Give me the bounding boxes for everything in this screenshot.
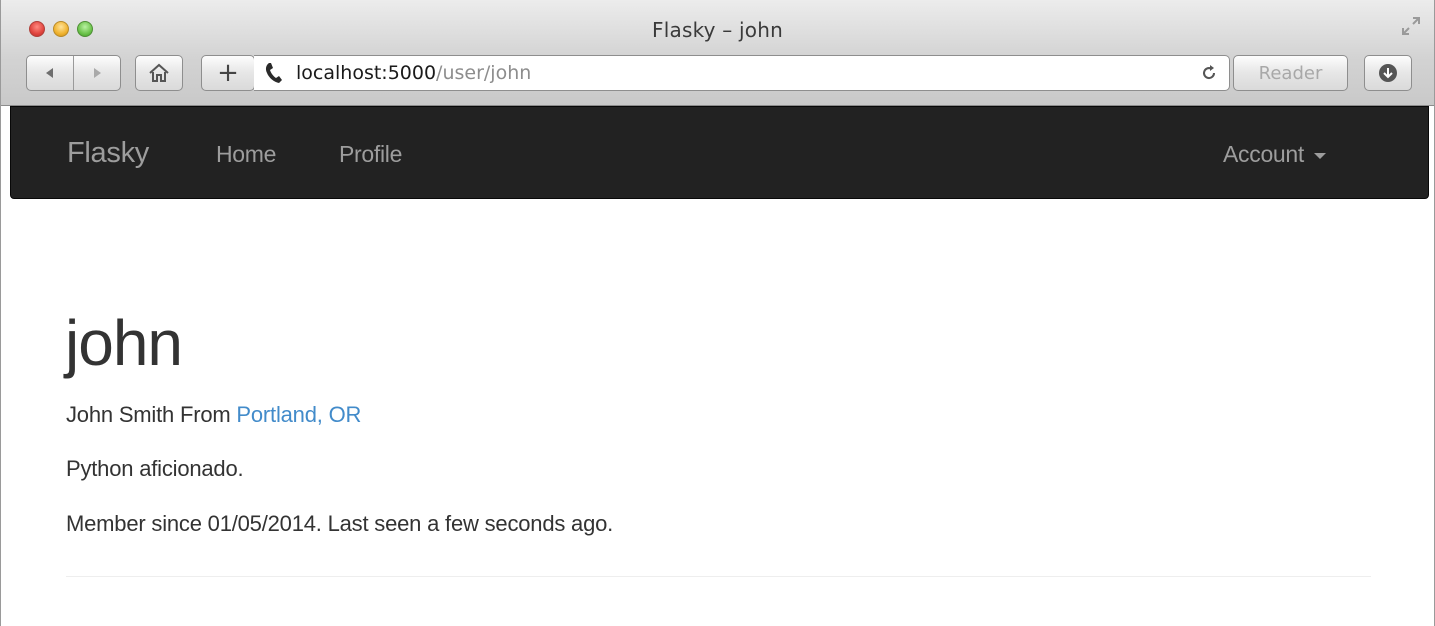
reader-button[interactable]: Reader <box>1233 55 1348 91</box>
location-link[interactable]: Portland, OR <box>236 402 361 427</box>
profile-name-line: John Smith From Portland, OR <box>66 402 361 428</box>
downloads-button[interactable] <box>1364 55 1412 91</box>
account-dropdown[interactable]: Account <box>1223 141 1327 168</box>
site-navbar: Flasky Home Profile Account <box>10 106 1429 199</box>
url-host: localhost:5000 <box>296 62 437 84</box>
url-path: /user/john <box>436 62 532 84</box>
address-bar[interactable]: localhost:5000/user/john <box>254 55 1230 91</box>
browser-window: Flasky – john + localhost:5000/user/john… <box>0 0 1435 626</box>
profile-about: Python aficionado. <box>66 456 244 481</box>
window-title: Flasky – john <box>652 18 783 42</box>
back-icon <box>46 68 53 78</box>
nav-profile-link[interactable]: Profile <box>339 141 402 168</box>
account-label: Account <box>1223 141 1305 167</box>
fullscreen-icon[interactable] <box>1400 15 1422 37</box>
forward-icon <box>94 68 101 78</box>
phone-icon <box>265 63 282 83</box>
profile-member-since: Member since 01/05/2014. Last seen a few… <box>66 511 614 536</box>
profile-name: John Smith From <box>66 402 237 427</box>
download-icon <box>1379 64 1397 82</box>
navbar-brand[interactable]: Flasky <box>67 137 149 170</box>
add-bookmark-button[interactable]: + <box>201 55 255 91</box>
url-text: localhost:5000/user/john <box>296 62 531 84</box>
back-button[interactable] <box>27 56 73 90</box>
back-forward-group <box>26 55 121 91</box>
home-icon <box>149 63 169 82</box>
page-title: john <box>65 307 183 379</box>
divider-line <box>66 576 1371 577</box>
forward-button[interactable] <box>74 56 120 90</box>
caret-down-icon <box>1314 153 1327 159</box>
home-button[interactable] <box>135 55 183 91</box>
browser-chrome: Flasky – john + localhost:5000/user/john… <box>1 0 1434 106</box>
reload-icon[interactable] <box>1199 63 1219 83</box>
nav-home-link[interactable]: Home <box>216 141 276 168</box>
